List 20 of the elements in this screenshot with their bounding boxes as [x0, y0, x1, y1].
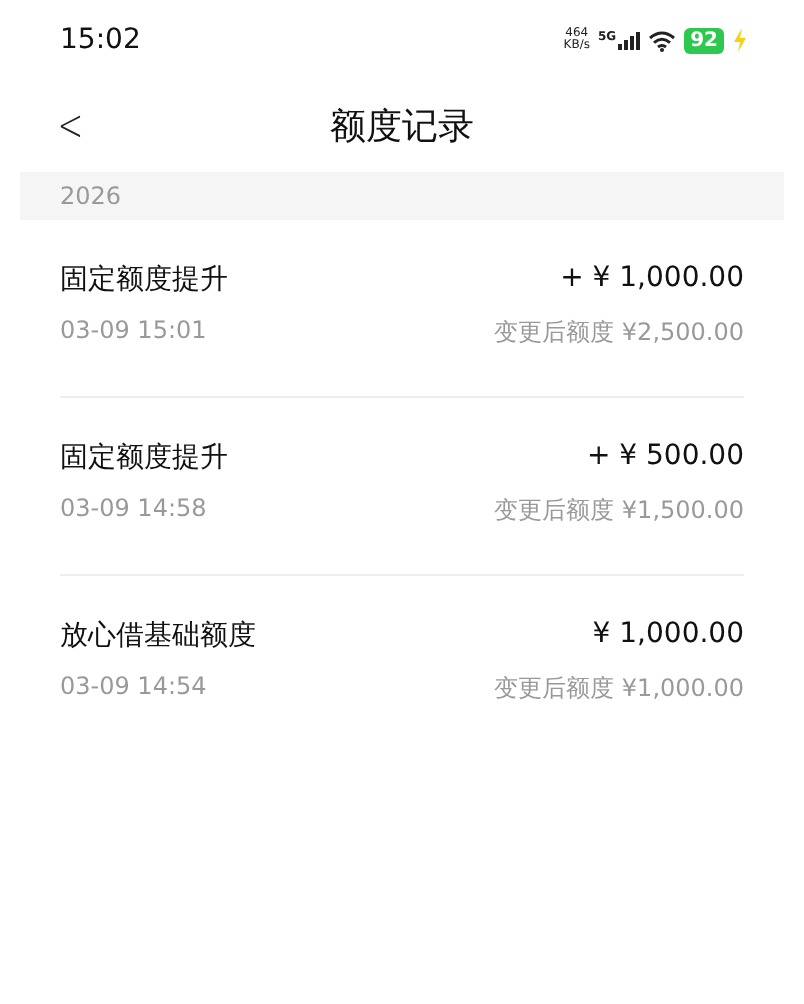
record-title: 放心借基础额度	[60, 618, 258, 654]
record-amount: + ¥ 1,000.00	[558, 262, 744, 298]
record-time: 03-09 15:01	[60, 316, 209, 348]
signal-icon	[618, 31, 641, 49]
charging-icon	[732, 28, 748, 52]
wifi-icon	[648, 29, 677, 51]
battery-level: 92	[684, 27, 724, 53]
record-time: 03-09 14:54	[60, 672, 209, 704]
record-balance: 变更后额度 ¥2,500.00	[494, 316, 744, 350]
record-time: 03-09 14:58	[60, 494, 209, 526]
record-title: 固定额度提升	[60, 262, 230, 298]
back-button[interactable]: <	[57, 101, 84, 151]
record-amount: ¥ 1,000.00	[590, 618, 744, 654]
record-balance: 变更后额度 ¥1,500.00	[494, 494, 744, 528]
record-balance: 变更后额度 ¥1,000.00	[494, 672, 744, 706]
year-label: 2026	[60, 182, 122, 210]
page-title: 额度记录	[330, 106, 474, 148]
record-amount: + ¥ 500.00	[584, 440, 744, 476]
status-time: 15:02	[60, 24, 143, 56]
record-title: 固定额度提升	[60, 440, 230, 476]
